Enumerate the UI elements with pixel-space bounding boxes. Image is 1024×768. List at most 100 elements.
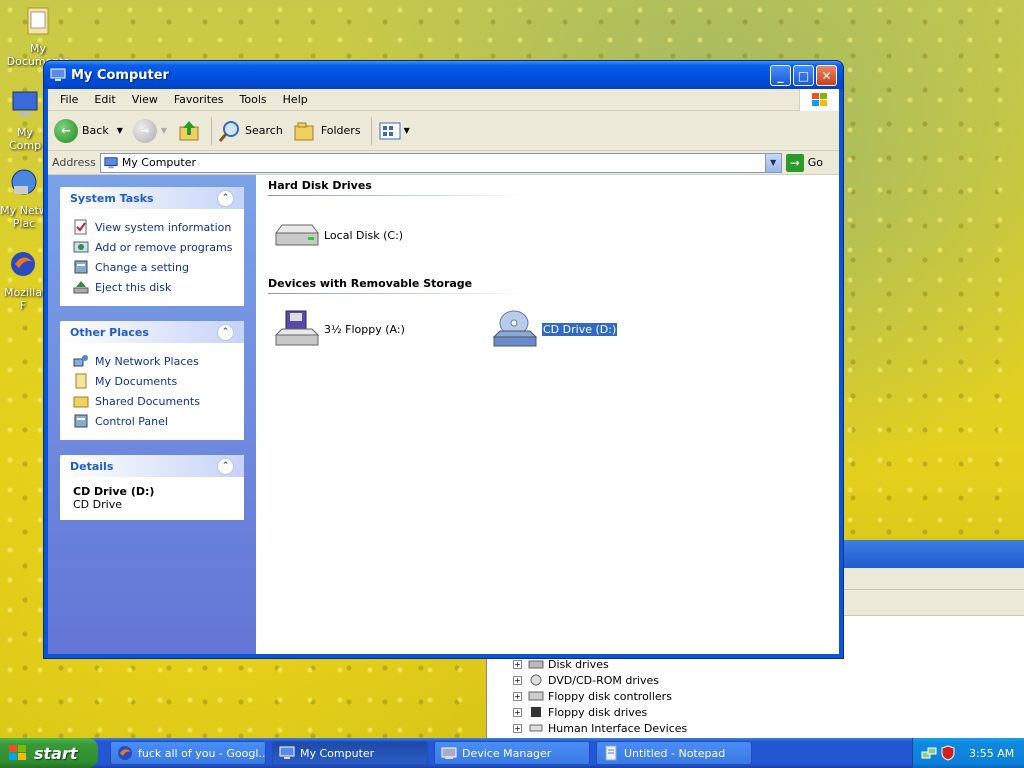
start-button[interactable]: start <box>0 738 98 768</box>
desktop-icon-my-documents[interactable]: My Documents <box>0 4 76 68</box>
drive-cd-d[interactable]: CD Drive (D:) <box>490 309 619 349</box>
desktop-icon-label: My Comp <box>8 126 42 152</box>
expand-icon[interactable]: + <box>513 675 522 685</box>
address-bar: Address My Computer ▼ → Go <box>48 151 839 175</box>
toolbar-separator <box>370 116 372 145</box>
network-icon <box>73 355 88 367</box>
details-panel: Details ⌃ CD Drive (D:) CD Drive <box>60 455 244 520</box>
tree-item[interactable]: + Floppy disk drives <box>513 704 687 720</box>
task-add-remove-programs[interactable]: Add or remove programs <box>73 237 233 257</box>
back-arrow-icon: ← <box>54 118 78 143</box>
taskbar-button-device-manager[interactable]: Device Manager <box>434 741 590 765</box>
back-button[interactable]: ← Back ▼ <box>54 118 123 143</box>
collapse-chevron-icon[interactable]: ⌃ <box>217 189 234 207</box>
toolbar: ← Back ▼ → ▼ Search Folders ▼ <box>48 111 839 151</box>
tree-item-label: DVD/CD-ROM drives <box>548 673 659 687</box>
taskbar-button-firefox[interactable]: fuck all of you - Googl... <box>110 741 266 765</box>
drive-local-disk-c[interactable]: Local Disk (C:) <box>272 215 403 255</box>
menu-tools[interactable]: Tools <box>232 93 275 106</box>
place-my-documents[interactable]: My Documents <box>73 371 233 391</box>
toolbar-separator <box>211 116 213 145</box>
expand-icon[interactable]: + <box>513 691 522 701</box>
clock[interactable]: 3:55 AM <box>969 747 1014 760</box>
place-label: My Documents <box>95 374 178 388</box>
up-folder-button[interactable] <box>177 119 201 143</box>
device-manager-icon <box>441 747 457 759</box>
expand-icon[interactable]: + <box>513 723 522 733</box>
my-computer-window[interactable]: My Computer _ □ ✕ File Edit View Favorit… <box>44 61 843 658</box>
tree-item[interactable]: + Floppy disk controllers <box>513 688 687 704</box>
eject-icon <box>73 281 89 294</box>
control-panel-icon <box>74 414 88 428</box>
folders-button[interactable]: Folders <box>293 120 361 142</box>
window-titlebar[interactable]: My Computer _ □ ✕ <box>44 61 843 89</box>
menu-view[interactable]: View <box>124 93 166 106</box>
place-network[interactable]: My Network Places <box>73 351 233 371</box>
tree-item[interactable]: + Human Interface Devices <box>513 720 687 736</box>
tree-item[interactable]: + Disk drives <box>513 656 687 672</box>
up-folder-icon <box>179 120 199 140</box>
shared-folder-icon <box>73 396 89 408</box>
task-view-system-info[interactable]: View system information <box>73 217 233 237</box>
task-eject-disk[interactable]: Eject this disk <box>73 277 233 297</box>
taskbar-button-label: Device Manager <box>462 746 552 760</box>
desktop-icon-network-places[interactable]: My Netw Plac <box>0 166 48 230</box>
system-tasks-panel: System Tasks ⌃ View system information A… <box>60 187 244 306</box>
folder-icon <box>27 7 49 35</box>
computer-icon <box>12 91 38 116</box>
close-button[interactable]: ✕ <box>816 65 837 86</box>
tree-item-label: Disk drives <box>548 657 609 671</box>
taskbar-button-label: Untitled - Notepad <box>624 746 726 760</box>
taskbar-button-notepad[interactable]: Untitled - Notepad <box>596 741 752 765</box>
menu-favorites[interactable]: Favorites <box>166 93 232 106</box>
collapse-chevron-icon[interactable]: ⌃ <box>217 323 234 341</box>
window-title: My Computer <box>71 67 169 83</box>
views-button[interactable]: ▼ <box>378 121 410 141</box>
desktop-icon-mozilla[interactable]: Mozilla F <box>0 248 46 312</box>
expand-icon[interactable]: + <box>513 707 522 717</box>
other-places-header[interactable]: Other Places ⌃ <box>60 321 244 343</box>
computer-icon <box>50 68 66 81</box>
security-shield-icon[interactable] <box>940 745 956 761</box>
details-header[interactable]: Details ⌃ <box>60 455 244 477</box>
task-change-setting[interactable]: Change a setting <box>73 257 233 277</box>
maximize-button[interactable]: □ <box>793 65 814 86</box>
expand-icon[interactable]: + <box>513 659 522 669</box>
search-button[interactable]: Search <box>218 119 283 143</box>
system-tasks-header[interactable]: System Tasks ⌃ <box>60 187 244 209</box>
search-label: Search <box>245 124 283 137</box>
details-body: CD Drive (D:) CD Drive <box>60 477 244 520</box>
address-dropdown-button[interactable]: ▼ <box>764 153 781 172</box>
network-icon <box>11 169 37 195</box>
dropdown-arrow-icon: ▼ <box>160 126 168 135</box>
explorer-body: System Tasks ⌃ View system information A… <box>48 175 839 654</box>
taskbar-button-label: My Computer <box>300 746 375 760</box>
place-label: Control Panel <box>95 414 168 428</box>
address-input[interactable]: My Computer ▼ <box>99 152 782 173</box>
windows-logo-icon <box>799 89 839 111</box>
controller-icon <box>528 691 544 701</box>
menu-help[interactable]: Help <box>275 93 316 106</box>
place-control-panel[interactable]: Control Panel <box>73 411 233 431</box>
desktop-icon-my-computer[interactable]: My Comp <box>0 88 50 152</box>
search-icon <box>218 120 240 142</box>
collapse-chevron-icon[interactable]: ⌃ <box>217 457 234 475</box>
cd-drive-icon <box>492 310 538 347</box>
go-button[interactable]: → Go <box>785 153 823 172</box>
hard-disk-icon <box>275 224 319 246</box>
taskbar: start fuck all of you - Googl... My Comp… <box>0 738 1024 768</box>
dropdown-arrow-icon[interactable]: ▼ <box>117 126 123 135</box>
forward-button[interactable]: → ▼ <box>132 118 168 143</box>
drive-floppy-a[interactable]: 3½ Floppy (A:) <box>272 309 405 349</box>
menu-edit[interactable]: Edit <box>86 93 123 106</box>
task-label: View system information <box>95 220 232 234</box>
taskbar-button-my-computer[interactable]: My Computer <box>272 741 428 765</box>
system-info-icon <box>74 219 87 235</box>
details-title: Details <box>70 459 114 473</box>
place-shared-documents[interactable]: Shared Documents <box>73 391 233 411</box>
task-label: Add or remove programs <box>95 240 233 254</box>
minimize-button[interactable]: _ <box>770 65 791 86</box>
menu-file[interactable]: File <box>52 93 86 106</box>
network-tray-icon[interactable] <box>921 745 937 761</box>
tree-item[interactable]: + DVD/CD-ROM drives <box>513 672 687 688</box>
